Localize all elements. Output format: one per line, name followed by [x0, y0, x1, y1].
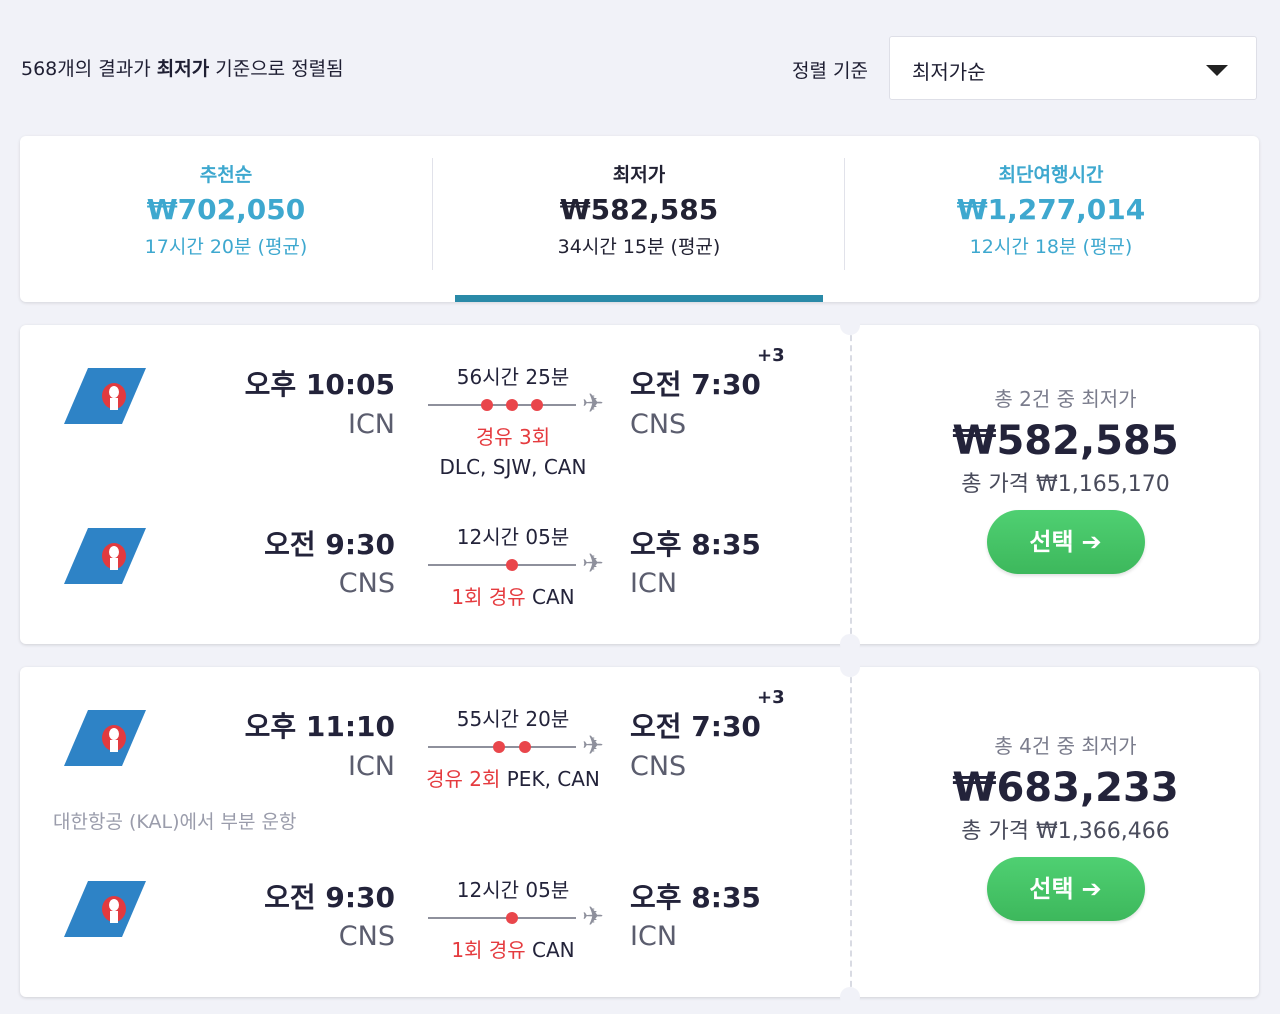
arrival-time: 오후 8:35 — [630, 528, 761, 561]
day-offset-badge: +3 — [757, 345, 785, 366]
arrival-airport: ICN — [630, 568, 678, 599]
stops-count: 1회 경유 — [451, 938, 526, 962]
total-price: 총 가격 ₩1,366,466 — [961, 819, 1170, 844]
result-summary: 568개의 결과가 최저가 기준으로 정렬됨 — [21, 54, 344, 81]
select-button-label: 선택 — [1029, 875, 1074, 903]
arrow-right-icon: ➔ — [1081, 528, 1102, 556]
departure-airport: ICN — [347, 751, 395, 782]
stop-dot — [519, 741, 531, 753]
stop-dot — [506, 912, 518, 924]
deal-count: 총 4건 중 최저가 — [994, 734, 1137, 758]
stops-info: 1회 경유 CAN — [413, 934, 613, 963]
stop-dot — [506, 399, 518, 411]
flight-duration: 56시간 25분 — [456, 365, 570, 389]
china-southern-airline-logo-icon — [64, 710, 146, 766]
tab-title: 추천순 — [199, 164, 253, 186]
ticket-notch — [840, 634, 860, 654]
china-southern-airline-logo-icon — [64, 528, 146, 584]
departure-time: 오전 9:30 — [264, 528, 395, 561]
sort-tabs: 추천순 ₩702,050 17시간 20분 (평균) 최저가 ₩582,585 … — [20, 136, 1259, 302]
route-line — [428, 404, 576, 406]
china-southern-airline-logo-icon — [64, 368, 146, 424]
sort-dropdown[interactable]: 최저가순 — [889, 36, 1257, 100]
active-tab-indicator — [455, 295, 823, 302]
china-southern-airline-logo-icon — [64, 881, 146, 937]
arrival-airport: CNS — [630, 751, 687, 782]
operated-by-note: 대한항공 (KAL)에서 부분 운항 — [53, 811, 297, 833]
tab-duration: 34시간 15분 (평균) — [557, 236, 721, 258]
route-line — [428, 564, 576, 566]
flight-duration: 12시간 05분 — [456, 525, 570, 549]
results-header: 568개의 결과가 최저가 기준으로 정렬됨 정렬 기준 최저가순 — [0, 0, 1280, 120]
total-price: 총 가격 ₩1,165,170 — [961, 472, 1170, 497]
deal-count: 총 2건 중 최저가 — [994, 387, 1137, 411]
departure-time: 오전 9:30 — [264, 881, 395, 914]
select-button[interactable]: 선택 ➔ — [986, 857, 1145, 921]
stops-info: 1회 경유 CAN — [413, 581, 613, 610]
plane-icon: ✈ — [582, 549, 604, 579]
sort-selected-value: 최저가순 — [912, 60, 986, 84]
result-card[interactable]: 오후 11:10 ICN 55시간 20분 ✈ 경유 2회 PEK, CAN 오… — [20, 657, 1259, 1007]
result-sort-bold: 최저가 — [156, 58, 210, 80]
tab-price: ₩702,050 — [146, 193, 306, 226]
tab-recommended[interactable]: 추천순 ₩702,050 17시간 20분 (평균) — [20, 136, 432, 302]
result-card[interactable]: 오후 10:05 ICN 56시간 25분 ✈ 경유 3회 DLC, SJW, … — [20, 315, 1259, 654]
tab-title: 최저가 — [612, 164, 666, 186]
ticket-notch — [840, 315, 860, 335]
stop-dot — [531, 399, 543, 411]
price-amount: ₩582,585 — [952, 418, 1179, 464]
ticket-perforation — [850, 325, 852, 644]
tab-price: ₩1,277,014 — [956, 193, 1146, 226]
tab-duration: 12시간 18분 (평균) — [969, 236, 1133, 258]
flight-duration: 55시간 20분 — [456, 707, 570, 731]
stop-dot — [481, 399, 493, 411]
result-summary-suffix: 기준으로 정렬됨 — [209, 58, 344, 80]
stops-count: 경유 3회 — [475, 425, 551, 449]
tab-cheapest[interactable]: 최저가 ₩582,585 34시간 15분 (평균) — [433, 136, 845, 302]
tab-title: 최단여행시간 — [998, 164, 1104, 186]
ticket-notch — [840, 657, 860, 677]
chevron-down-icon — [1206, 65, 1228, 76]
day-offset-badge: +3 — [757, 687, 785, 708]
arrival-airport: ICN — [630, 921, 678, 952]
tab-price: ₩582,585 — [559, 193, 719, 226]
arrival-time: 오전 7:30 — [630, 710, 761, 743]
ticket-notch — [840, 987, 860, 1007]
plane-icon: ✈ — [582, 902, 604, 932]
stops-count: 경유 2회 — [426, 767, 501, 791]
stopover-airports: CAN — [532, 938, 575, 962]
ticket-perforation — [850, 667, 852, 997]
tab-duration: 17시간 20분 (평균) — [144, 236, 308, 258]
plane-icon: ✈ — [582, 389, 604, 419]
sort-label: 정렬 기준 — [792, 60, 868, 82]
departure-airport: ICN — [347, 409, 395, 440]
price-amount: ₩683,233 — [952, 765, 1179, 811]
stopover-airports: DLC, SJW, CAN — [439, 455, 587, 479]
stop-dot — [493, 741, 505, 753]
flight-duration: 12시간 05분 — [456, 878, 570, 902]
stopover-airports: CAN — [532, 585, 575, 609]
departure-time: 오후 11:10 — [244, 710, 395, 743]
departure-time: 오후 10:05 — [244, 368, 395, 401]
departure-airport: CNS — [338, 921, 395, 952]
stops-info: 경유 2회 PEK, CAN — [403, 763, 623, 792]
result-count-text: 568개의 결과가 — [21, 58, 157, 80]
route-line — [428, 917, 576, 919]
arrival-time: 오후 8:35 — [630, 881, 761, 914]
select-button[interactable]: 선택 ➔ — [986, 510, 1145, 574]
price-panel: 총 4건 중 최저가 ₩683,233 총 가격 ₩1,366,466 선택 ➔ — [872, 730, 1259, 921]
select-button-label: 선택 — [1029, 528, 1074, 556]
tab-fastest[interactable]: 최단여행시간 ₩1,277,014 12시간 18분 (평균) — [845, 136, 1257, 302]
price-panel: 총 2건 중 최저가 ₩582,585 총 가격 ₩1,165,170 선택 ➔ — [872, 383, 1259, 574]
stop-dot — [506, 559, 518, 571]
departure-airport: CNS — [338, 568, 395, 599]
arrival-time: 오전 7:30 — [630, 368, 761, 401]
stopover-airports: PEK, CAN — [506, 767, 600, 791]
stops-count: 1회 경유 — [451, 585, 526, 609]
arrow-right-icon: ➔ — [1081, 875, 1102, 903]
arrival-airport: CNS — [630, 409, 687, 440]
plane-icon: ✈ — [582, 731, 604, 761]
